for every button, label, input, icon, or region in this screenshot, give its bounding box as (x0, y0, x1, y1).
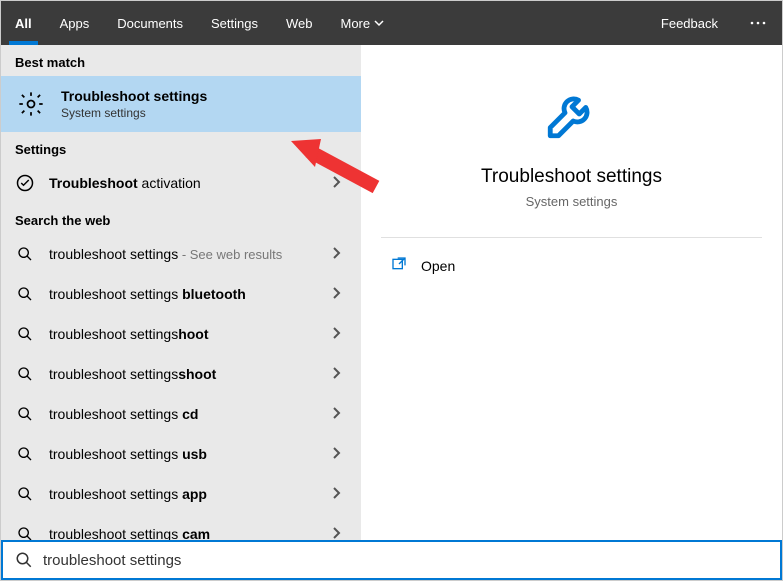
search-icon (15, 484, 35, 504)
best-match-result[interactable]: Troubleshoot settings System settings (1, 76, 361, 132)
web-result-item[interactable]: troubleshoot settings - See web results (1, 234, 361, 274)
best-match-title: Troubleshoot settings (61, 88, 207, 104)
tab-documents[interactable]: Documents (103, 1, 197, 45)
search-icon (15, 244, 35, 264)
checkmark-circle-icon (15, 173, 35, 193)
web-result-label: troubleshoot settings usb (49, 446, 317, 462)
web-result-item[interactable]: troubleshoot settings cd (1, 394, 361, 434)
tab-settings[interactable]: Settings (197, 1, 272, 45)
section-settings: Settings (1, 132, 361, 163)
web-result-label: troubleshoot settings - See web results (49, 246, 317, 262)
chevron-right-icon (331, 486, 347, 502)
open-button[interactable]: Open (361, 238, 782, 293)
web-result-item[interactable]: troubleshoot settings cam (1, 514, 361, 540)
chevron-right-icon (331, 526, 347, 540)
tab-more[interactable]: More (327, 1, 399, 45)
more-options-button[interactable] (734, 1, 782, 45)
search-icon (15, 551, 33, 569)
tab-apps[interactable]: Apps (46, 1, 104, 45)
settings-gear-icon (15, 88, 47, 120)
section-search-web: Search the web (1, 203, 361, 234)
web-result-item[interactable]: troubleshoot settingsshoot (1, 354, 361, 394)
chevron-right-icon (331, 326, 347, 342)
open-icon (391, 256, 407, 275)
tab-web[interactable]: Web (272, 1, 327, 45)
search-icon (15, 524, 35, 540)
open-label: Open (421, 258, 455, 274)
preview-panel: Troubleshoot settings System settings Op… (361, 45, 782, 540)
web-result-label: troubleshoot settings cd (49, 406, 317, 422)
settings-result-item[interactable]: Troubleshoot activation (1, 163, 361, 203)
ellipsis-icon (750, 21, 766, 25)
wrench-icon (543, 85, 601, 143)
search-icon (15, 284, 35, 304)
web-result-item[interactable]: troubleshoot settingshoot (1, 314, 361, 354)
chevron-down-icon (374, 18, 384, 28)
preview-title: Troubleshoot settings (361, 166, 782, 188)
results-panel: Best match Troubleshoot settings System … (1, 45, 361, 540)
chevron-right-icon (331, 446, 347, 462)
search-icon (15, 324, 35, 344)
search-icon (15, 404, 35, 424)
web-result-label: troubleshoot settingsshoot (49, 366, 317, 382)
web-result-label: troubleshoot settings app (49, 486, 317, 502)
top-tabs-bar: All Apps Documents Settings Web More Fee… (1, 1, 782, 45)
chevron-right-icon (331, 366, 347, 382)
web-result-item[interactable]: troubleshoot settings bluetooth (1, 274, 361, 314)
tab-all[interactable]: All (1, 1, 46, 45)
web-result-item[interactable]: troubleshoot settings usb (1, 434, 361, 474)
feedback-button[interactable]: Feedback (645, 1, 734, 45)
chevron-right-icon (331, 286, 347, 302)
search-icon (15, 444, 35, 464)
web-result-label: troubleshoot settings cam (49, 526, 317, 540)
chevron-right-icon (331, 406, 347, 422)
best-match-subtitle: System settings (61, 106, 207, 120)
chevron-right-icon (331, 246, 347, 262)
web-result-label: troubleshoot settingshoot (49, 326, 317, 342)
search-icon (15, 364, 35, 384)
chevron-right-icon (331, 175, 347, 191)
section-best-match: Best match (1, 45, 361, 76)
web-result-item[interactable]: troubleshoot settings app (1, 474, 361, 514)
web-result-label: troubleshoot settings bluetooth (49, 286, 317, 302)
preview-subtitle: System settings (361, 194, 782, 209)
search-input[interactable] (43, 552, 768, 569)
search-bar[interactable] (1, 540, 782, 580)
